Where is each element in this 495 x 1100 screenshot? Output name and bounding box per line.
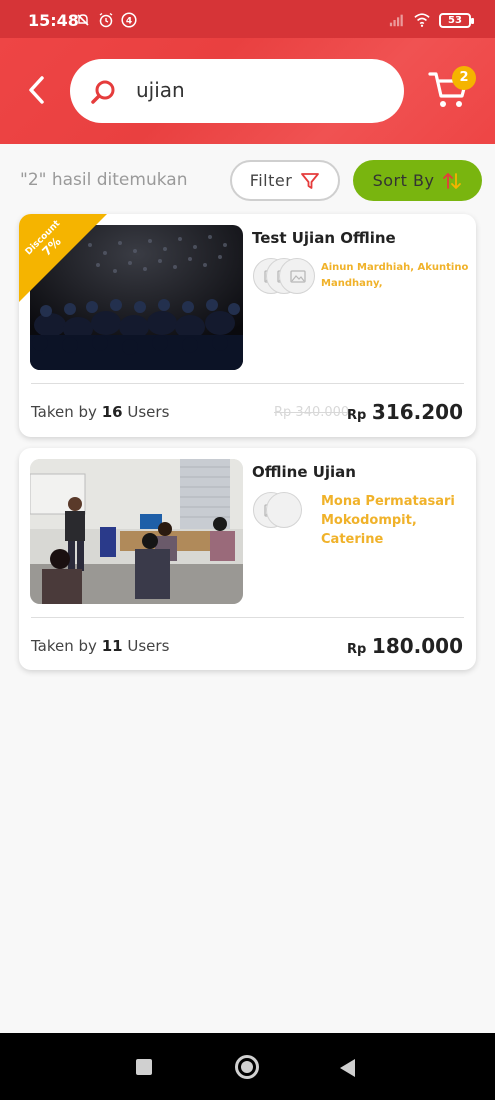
course-card[interactable]: Offline Ujian Mona Permatasari Mokodompi…: [19, 448, 476, 670]
taken-count: 16: [101, 403, 123, 421]
taken-count: 11: [101, 637, 123, 655]
sort-arrows-icon: [443, 172, 462, 189]
back-arrow-icon[interactable]: [20, 73, 54, 107]
taken-suffix: Users: [127, 637, 170, 655]
course-price: Rp 180.000: [347, 634, 463, 658]
author-avatars: [253, 492, 323, 530]
filter-label: Filter: [249, 171, 293, 190]
authors-line: Mona Permatasari: [321, 494, 455, 509]
taken-by-text: Taken by 16 Users: [31, 403, 169, 421]
status-time: 15:48: [28, 11, 79, 30]
taken-by-text: Taken by 11 Users: [31, 637, 169, 655]
authors-line: Mandhany,: [321, 278, 383, 289]
course-title: Test Ujian Offline: [252, 229, 396, 247]
search-icon: [91, 80, 115, 104]
avatar-image-icon: [279, 258, 315, 294]
home-icon[interactable]: [235, 1055, 259, 1079]
original-price: Rp 340.000: [274, 405, 350, 420]
notification-count-icon: 4: [121, 12, 137, 28]
result-count: "2" hasil ditemukan: [20, 170, 188, 190]
status-icons-right: 53: [389, 12, 474, 28]
status-bar: 15:48 4 53: [0, 0, 495, 38]
course-card[interactable]: Discount 7% Test Ujian Offline Ainun Mar…: [19, 214, 476, 437]
mute-icon: [77, 14, 89, 26]
search-value: ujian: [136, 78, 185, 102]
taken-suffix: Users: [127, 403, 170, 421]
divider: [31, 617, 464, 618]
svg-text:4: 4: [126, 17, 132, 27]
course-authors: Ainun Mardhiah, Akuntino Mandhany,: [321, 260, 468, 292]
filter-icon: [301, 172, 320, 189]
price-amount: 316.200: [371, 400, 463, 424]
authors-line: Ainun Mardhiah, Akuntino: [321, 262, 469, 273]
course-price: Rp 316.200: [347, 400, 463, 424]
back-icon[interactable]: [340, 1059, 355, 1077]
battery-level: 53: [448, 14, 462, 26]
cart-badge: 2: [452, 66, 476, 90]
authors-line: Mokodompit, Caterine: [321, 513, 417, 547]
status-icons-left: 4: [75, 12, 137, 28]
header: ujian 2: [0, 38, 495, 144]
avatar-image-icon: [266, 492, 302, 528]
search-input[interactable]: ujian: [70, 59, 404, 123]
divider: [31, 383, 464, 384]
navigation-bar: [0, 1033, 495, 1100]
wifi-icon: [414, 13, 430, 27]
price-amount: 180.000: [371, 634, 463, 658]
course-thumbnail: [30, 459, 243, 604]
course-title: Offline Ujian: [252, 463, 356, 481]
course-authors: Mona Permatasari Mokodompit, Caterine: [321, 492, 476, 549]
filter-button[interactable]: Filter: [230, 160, 340, 201]
taken-prefix: Taken by: [31, 637, 97, 655]
alarm-icon: [99, 12, 113, 28]
price-currency: Rp: [347, 408, 367, 423]
sort-button[interactable]: Sort By: [353, 160, 482, 201]
battery-icon: 53: [439, 12, 474, 28]
author-avatars: [253, 258, 323, 296]
taken-prefix: Taken by: [31, 403, 97, 421]
discount-ribbon: Discount 7%: [19, 214, 107, 302]
signal-icon: [389, 14, 403, 27]
price-currency: Rp: [347, 642, 367, 657]
sort-label: Sort By: [372, 171, 435, 190]
recent-apps-icon[interactable]: [136, 1059, 152, 1075]
